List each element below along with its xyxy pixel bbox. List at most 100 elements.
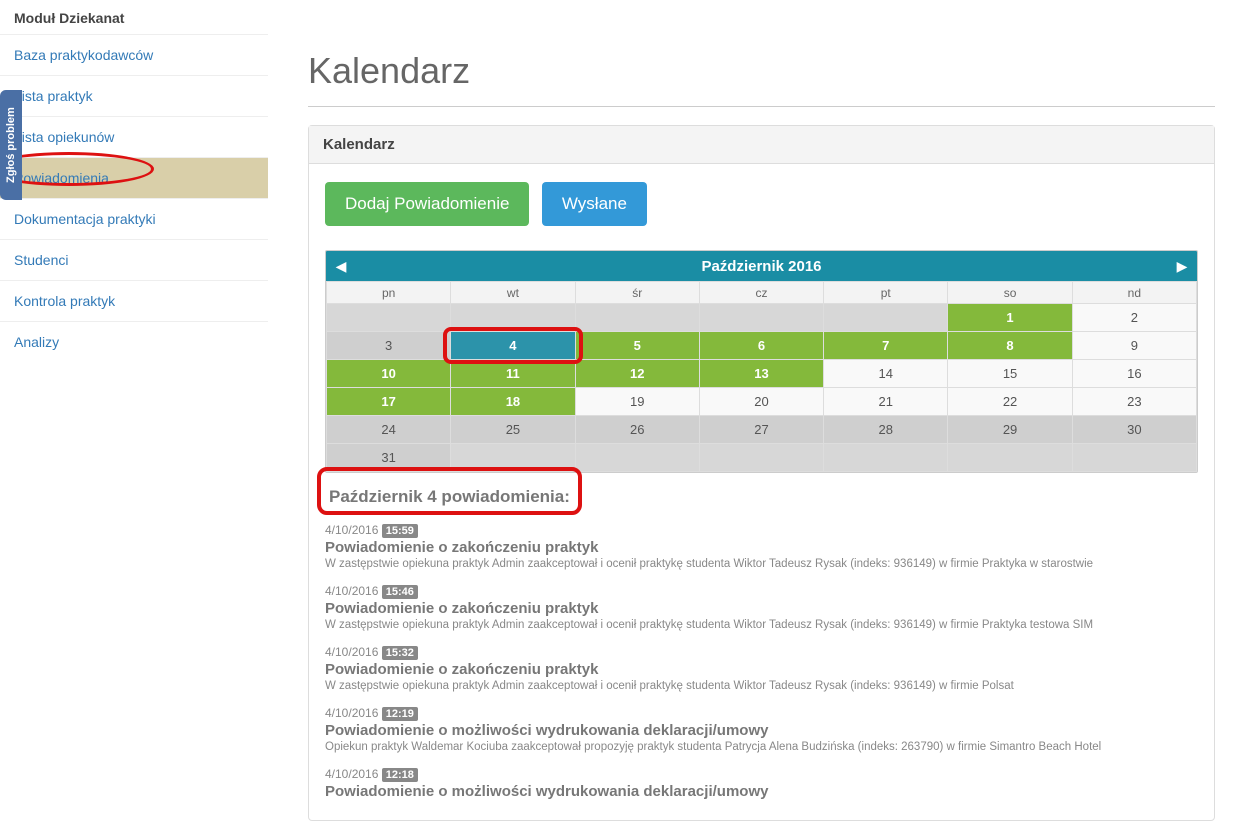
calendar-weekday: cz [699,282,823,304]
notification-title[interactable]: Powiadomienie o możliwości wydrukowania … [325,783,1198,800]
calendar-day-16[interactable]: 16 [1072,360,1196,388]
feedback-tab[interactable]: Zgłoś problem [0,90,22,200]
main-content: Kalendarz Kalendarz Dodaj Powiadomienie … [268,0,1245,821]
calendar-prev-button[interactable]: ◀ [326,258,356,275]
sidebar-item-4[interactable]: Dokumentacja praktyki [0,198,268,239]
notification-date: 4/10/2016 [325,706,378,720]
calendar-day-11[interactable]: 11 [451,360,575,388]
sidebar-item-0[interactable]: Baza praktykodawców [0,34,268,75]
calendar-day-empty [824,444,948,472]
notification-time: 15:59 [382,524,418,538]
notification-time: 12:19 [382,707,418,721]
calendar-weekday: nd [1072,282,1196,304]
calendar-day-empty [575,304,699,332]
notification-meta: 4/10/2016 15:32 [325,645,1198,659]
calendar-day-empty [451,304,575,332]
calendar-day-25[interactable]: 25 [451,416,575,444]
notification-item: 4/10/2016 12:18 Powiadomienie o możliwośc… [325,767,1198,800]
calendar-day-7[interactable]: 7 [824,332,948,360]
notification-title[interactable]: Powiadomienie o zakończeniu praktyk [325,661,1198,678]
notification-item: 4/10/2016 15:59Powiadomienie o zakończen… [325,523,1198,570]
calendar-day-12[interactable]: 12 [575,360,699,388]
notification-time: 15:32 [382,646,418,660]
calendar-day-17[interactable]: 17 [327,388,451,416]
divider [308,106,1215,107]
calendar-next-button[interactable]: ▶ [1167,258,1197,275]
calendar-weekday: so [948,282,1072,304]
notification-title[interactable]: Powiadomienie o możliwości wydrukowania … [325,722,1198,739]
notification-date: 4/10/2016 [325,584,378,598]
page-title: Kalendarz [308,50,1215,92]
add-notification-button[interactable]: Dodaj Powiadomienie [325,182,529,226]
calendar-day-empty [824,304,948,332]
calendar-day-8[interactable]: 8 [948,332,1072,360]
notification-time: 15:46 [382,585,418,599]
sidebar-item-7[interactable]: Analizy [0,321,268,362]
calendar-day-19[interactable]: 19 [575,388,699,416]
notification-item: 4/10/2016 12:19Powiadomienie o możliwośc… [325,706,1198,753]
calendar-day-30[interactable]: 30 [1072,416,1196,444]
calendar-day-13[interactable]: 13 [699,360,823,388]
calendar-day-14[interactable]: 14 [824,360,948,388]
calendar-day-23[interactable]: 23 [1072,388,1196,416]
notification-desc: W zastępstwie opiekuna praktyk Admin zaa… [325,680,1198,692]
notification-desc: Opiekun praktyk Waldemar Kociuba zaakcep… [325,741,1198,753]
notification-meta: 4/10/2016 15:59 [325,523,1198,537]
sidebar-item-1[interactable]: Lista praktyk [0,75,268,116]
notification-title[interactable]: Powiadomienie o zakończeniu praktyk [325,600,1198,617]
calendar-day-3[interactable]: 3 [327,332,451,360]
calendar-day-28[interactable]: 28 [824,416,948,444]
calendar-day-empty [451,444,575,472]
notification-time: 12:18 [382,768,418,782]
notifications-section-title: Październik 4 powiadomienia: [325,485,574,509]
calendar-day-5[interactable]: 5 [575,332,699,360]
calendar-day-24[interactable]: 24 [327,416,451,444]
calendar-day-29[interactable]: 29 [948,416,1072,444]
sidebar: Moduł Dziekanat Baza praktykodawcówLista… [0,0,268,821]
notification-meta: 4/10/2016 15:46 [325,584,1198,598]
calendar-day-26[interactable]: 26 [575,416,699,444]
calendar-day-2[interactable]: 2 [1072,304,1196,332]
notification-title[interactable]: Powiadomienie o zakończeniu praktyk [325,539,1198,556]
sidebar-item-5[interactable]: Studenci [0,239,268,280]
calendar-day-empty [699,304,823,332]
notification-item: 4/10/2016 15:46Powiadomienie o zakończen… [325,584,1198,631]
sidebar-item-3[interactable]: Powiadomienia [0,157,268,198]
notification-meta: 4/10/2016 12:19 [325,706,1198,720]
calendar-weekday: pt [824,282,948,304]
annotation-highlight-today [443,327,582,364]
notification-desc: W zastępstwie opiekuna praktyk Admin zaa… [325,558,1198,570]
calendar-day-empty [1072,444,1196,472]
notification-date: 4/10/2016 [325,645,378,659]
calendar-day-31[interactable]: 31 [327,444,451,472]
calendar-day-21[interactable]: 21 [824,388,948,416]
annotation-highlight-sidebar [0,152,154,186]
calendar-grid: pnwtśrczptsond 1234567891011121314151617… [326,281,1197,472]
sidebar-title: Moduł Dziekanat [0,0,268,34]
calendar-day-20[interactable]: 20 [699,388,823,416]
calendar-day-15[interactable]: 15 [948,360,1072,388]
calendar-panel: Kalendarz Dodaj Powiadomienie Wysłane ◀ … [308,125,1215,821]
calendar-day-6[interactable]: 6 [699,332,823,360]
calendar-weekday: wt [451,282,575,304]
calendar-day-1[interactable]: 1 [948,304,1072,332]
calendar-day-10[interactable]: 10 [327,360,451,388]
sidebar-item-2[interactable]: Lista opiekunów [0,116,268,157]
calendar-month-label: Październik 2016 [356,258,1167,275]
sidebar-item-6[interactable]: Kontrola praktyk [0,280,268,321]
calendar-day-22[interactable]: 22 [948,388,1072,416]
calendar-day-empty [575,444,699,472]
calendar-day-18[interactable]: 18 [451,388,575,416]
calendar-day-empty [699,444,823,472]
notification-desc: W zastępstwie opiekuna praktyk Admin zaa… [325,619,1198,631]
calendar-weekday: śr [575,282,699,304]
notification-meta: 4/10/2016 12:18 [325,767,1198,781]
calendar-widget: ◀ Październik 2016 ▶ pnwtśrczptsond 1234… [325,250,1198,473]
calendar-weekday: pn [327,282,451,304]
sent-button[interactable]: Wysłane [542,182,647,226]
notification-item: 4/10/2016 15:32Powiadomienie o zakończen… [325,645,1198,692]
notification-date: 4/10/2016 [325,523,378,537]
calendar-day-27[interactable]: 27 [699,416,823,444]
calendar-day-4[interactable]: 4 [451,332,575,360]
calendar-day-9[interactable]: 9 [1072,332,1196,360]
